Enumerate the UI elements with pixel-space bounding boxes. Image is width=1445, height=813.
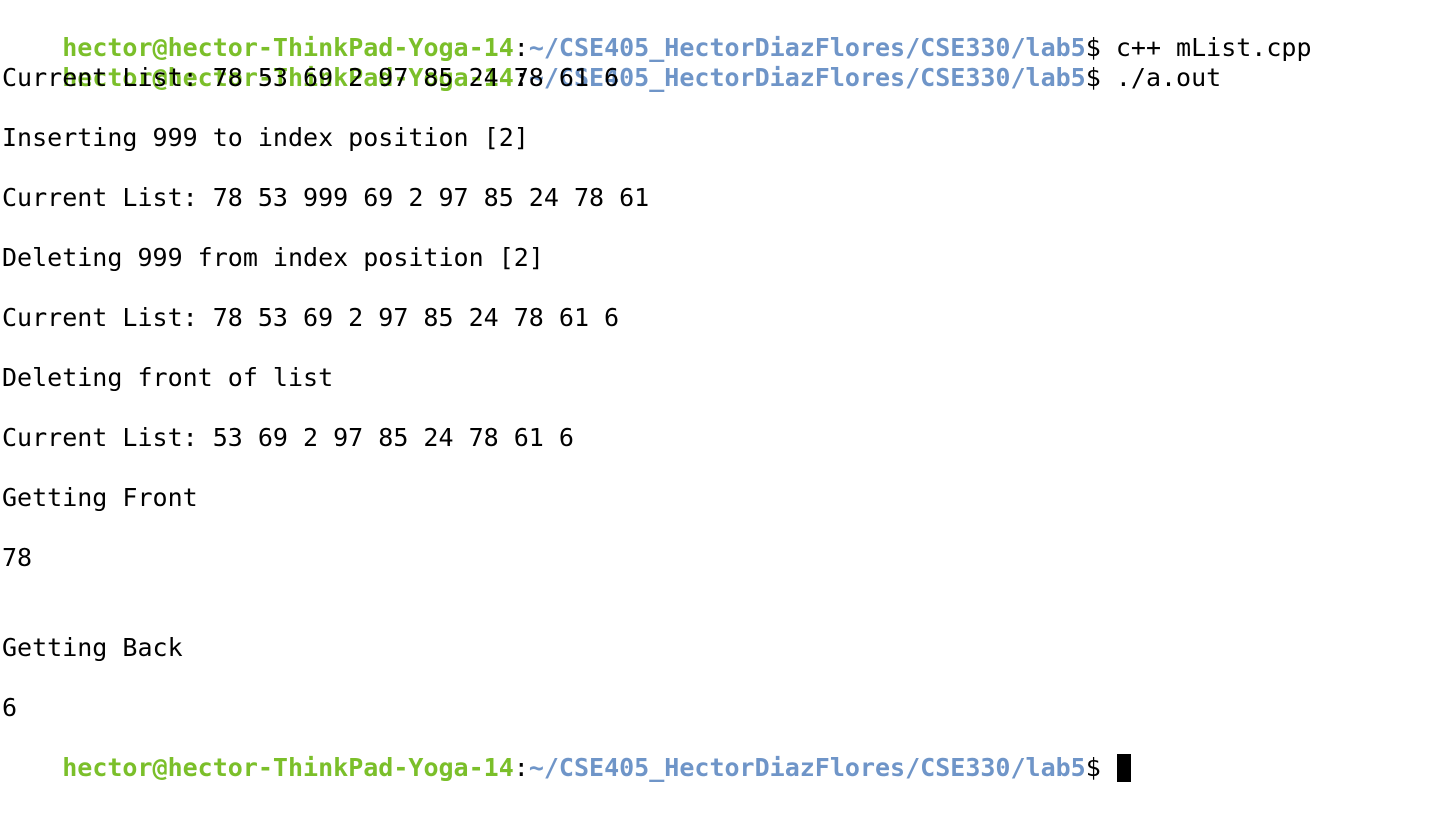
prompt-separator: : — [513, 753, 529, 782]
text-cursor[interactable] — [1116, 754, 1131, 782]
prompt-line-1: hector@hector-ThinkPad-Yoga-14:~/CSE405_… — [2, 3, 1445, 62]
prompt-dollar: $ — [1085, 33, 1101, 62]
prompt-dollar: $ — [1085, 753, 1101, 782]
output-line: Current List: 78 53 999 69 2 97 85 24 78… — [2, 183, 650, 212]
prompt-dollar: $ — [1085, 63, 1101, 92]
prompt-path: ~/CSE405_HectorDiazFlores/CSE330/lab5 — [528, 753, 1086, 782]
terminal-window[interactable]: hector@hector-ThinkPad-Yoga-14:~/CSE405_… — [0, 0, 1445, 782]
output-line: Getting Back — [2, 633, 183, 662]
command-space — [1101, 753, 1116, 782]
output-line: Deleting 999 from index position [2] — [2, 243, 544, 272]
prompt-user-host: hector@hector-ThinkPad-Yoga-14 — [62, 753, 514, 782]
prompt-user-host: hector@hector-ThinkPad-Yoga-14 — [62, 33, 514, 62]
command-text: c++ mList.cpp — [1100, 33, 1312, 62]
output-line: 6 — [2, 693, 18, 722]
output-line: Deleting front of list — [2, 363, 334, 392]
output-line: Inserting 999 to index position [2] — [2, 123, 529, 152]
prompt-path: ~/CSE405_HectorDiazFlores/CSE330/lab5 — [528, 33, 1086, 62]
output-line: Current List: 53 69 2 97 85 24 78 61 6 — [2, 423, 574, 452]
output-line: 78 — [2, 543, 33, 572]
prompt-separator: : — [513, 33, 529, 62]
command-text: ./a.out — [1100, 63, 1222, 92]
output-line: Getting Front — [2, 483, 198, 512]
prompt-line-current[interactable]: hector@hector-ThinkPad-Yoga-14:~/CSE405_… — [2, 723, 1445, 782]
output-line: Current List: 78 53 69 2 97 85 24 78 61 … — [2, 303, 620, 332]
